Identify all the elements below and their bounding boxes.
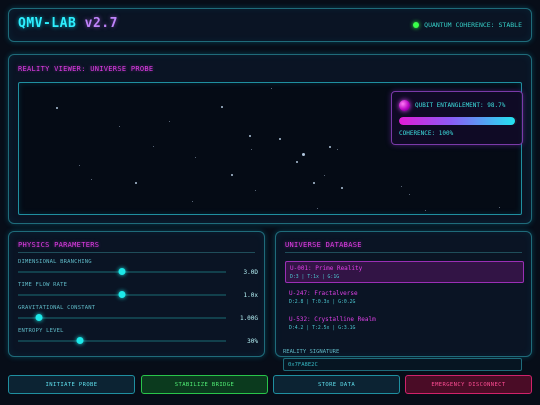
star (56, 107, 58, 109)
param-entropy-level: ENTROPY LEVEL 30% (18, 328, 258, 350)
app-name: QMV-LAB (18, 16, 77, 31)
slider-thumb[interactable] (76, 337, 84, 344)
param-label: TIME FLOW RATE (18, 282, 68, 288)
star (409, 194, 410, 195)
app-header: QMV-LAB v2.7 QUANTUM COHERENCE: STABLE (8, 8, 532, 42)
param-value: 1.0x (243, 292, 258, 299)
star (317, 208, 318, 209)
star (341, 187, 343, 189)
star (119, 126, 120, 127)
universe-name: U-247: Fractalverse (289, 290, 358, 297)
star (302, 153, 305, 156)
slider-thumb[interactable] (118, 268, 126, 275)
app-title: QMV-LAB v2.7 (18, 16, 118, 31)
universe-meta: D:3 | T:1x | G:1G (290, 275, 340, 280)
star (231, 174, 233, 176)
reality-signature-label: REALITY SIGNATURE (283, 349, 340, 355)
star (279, 138, 281, 140)
physics-parameters-panel: PHYSICS PARAMETERS DIMENSIONAL BRANCHING… (8, 231, 265, 357)
universe-list-item[interactable]: U-532: Crystalline Realm D:4.2 | T:2.5x … (285, 313, 524, 335)
star (251, 149, 252, 150)
initiate-probe-button[interactable]: INITIATE PROBE (8, 375, 135, 394)
universe-database-panel: UNIVERSE DATABASE U-001: Prime Reality D… (275, 231, 532, 357)
store-data-button[interactable]: STORE DATA (273, 375, 400, 394)
qubit-orb-icon (399, 100, 410, 111)
star (271, 88, 272, 89)
star (195, 157, 196, 158)
star (255, 190, 256, 191)
reality-viewer-panel: REALITY VIEWER: UNIVERSE PROBE QUBIT ENT… (8, 54, 532, 224)
star (499, 207, 500, 208)
divider (18, 252, 255, 253)
star (91, 179, 92, 180)
app-version: v2.7 (84, 16, 118, 31)
star (401, 186, 402, 187)
star (192, 201, 193, 202)
viewer-title: REALITY VIEWER: UNIVERSE PROBE (18, 65, 154, 73)
param-value: 1.00G (239, 315, 258, 322)
param-dimensional-branching: DIMENSIONAL BRANCHING 3.0D (18, 259, 258, 281)
universe-meta: D:2.8 | T:0.3x | G:0.2G (289, 300, 356, 305)
slider-track[interactable] (18, 317, 226, 319)
reality-signature-field[interactable]: 0x7FA8E2C (283, 358, 522, 371)
emergency-disconnect-button[interactable]: EMERGENCY DISCONNECT (405, 375, 532, 394)
slider-thumb[interactable] (35, 314, 43, 321)
slider-track[interactable] (18, 340, 226, 342)
star (313, 182, 315, 184)
slider-thumb[interactable] (118, 291, 126, 298)
star (337, 149, 338, 150)
star (249, 135, 251, 137)
qubit-entanglement-label: QUBIT ENTANGLEMENT: 98.7% (415, 102, 506, 109)
star (79, 165, 80, 166)
qubit-status-box: QUBIT ENTANGLEMENT: 98.7% COHERENCE: 100… (391, 91, 523, 145)
param-label: GRAVITATIONAL CONSTANT (18, 305, 96, 311)
param-value: 3.0D (243, 269, 258, 276)
star (329, 146, 331, 148)
coherence-status: QUANTUM COHERENCE: STABLE (413, 21, 522, 29)
star (425, 210, 426, 211)
universe-list-item[interactable]: U-247: Fractalverse D:2.8 | T:0.3x | G:0… (285, 287, 524, 309)
star (169, 121, 170, 122)
entanglement-bar-fill (399, 117, 516, 125)
universe-name: U-001: Prime Reality (290, 265, 363, 272)
physics-title: PHYSICS PARAMETERS (18, 241, 100, 249)
universe-list-item[interactable]: U-001: Prime Reality D:3 | T:1x | G:1G (285, 261, 524, 283)
stabilize-bridge-button[interactable]: STABILIZE BRIDGE (141, 375, 268, 394)
universe-name: U-532: Crystalline Realm (289, 316, 376, 323)
universe-probe-canvas[interactable]: QUBIT ENTANGLEMENT: 98.7% COHERENCE: 100… (18, 82, 523, 215)
star (221, 106, 223, 108)
coherence-label: COHERENCE: 100% (399, 130, 454, 137)
divider (285, 252, 522, 253)
param-time-flow-rate: TIME FLOW RATE 1.0x (18, 282, 258, 304)
status-indicator-icon (413, 22, 420, 28)
param-gravitational-constant: GRAVITATIONAL CONSTANT 1.00G (18, 305, 258, 327)
param-label: ENTROPY LEVEL (18, 328, 64, 334)
star (296, 161, 298, 163)
param-value: 30% (247, 338, 258, 345)
param-label: DIMENSIONAL BRANCHING (18, 259, 92, 265)
universe-meta: D:4.2 | T:2.5x | G:3.1G (289, 326, 356, 331)
star (153, 146, 154, 147)
star (324, 175, 325, 176)
entanglement-bar (399, 117, 517, 125)
star (135, 182, 137, 184)
status-text: QUANTUM COHERENCE: STABLE (424, 21, 522, 29)
database-title: UNIVERSE DATABASE (285, 241, 362, 249)
